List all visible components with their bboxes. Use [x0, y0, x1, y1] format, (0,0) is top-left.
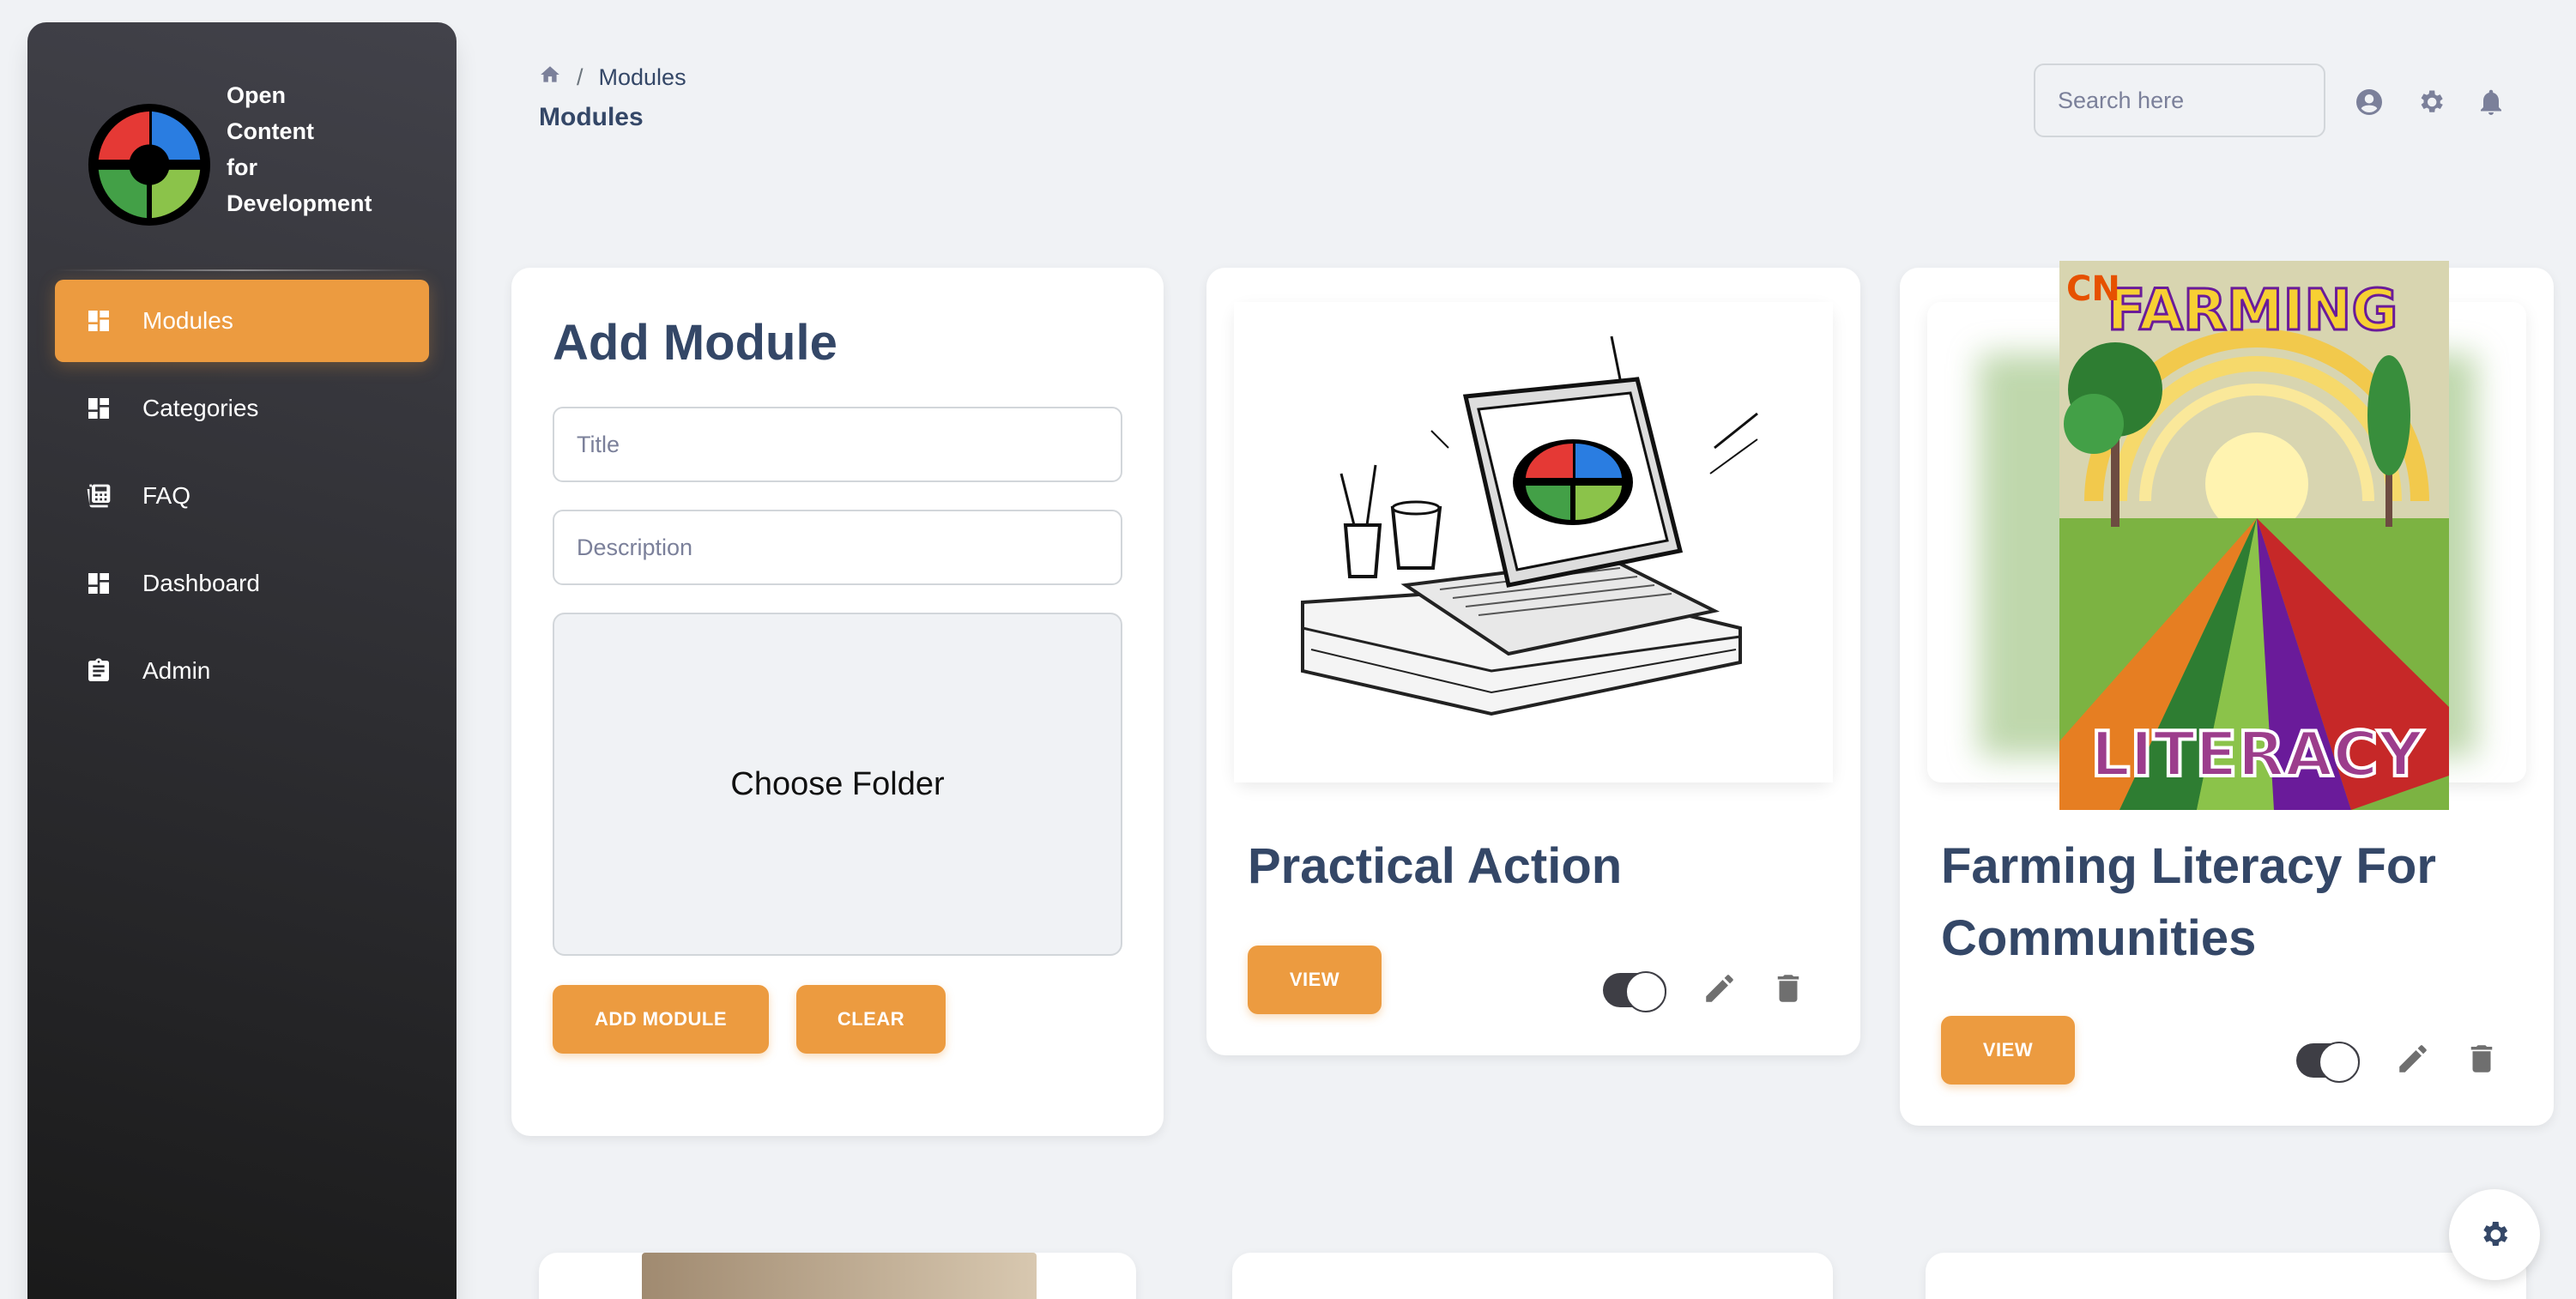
module-thumbnail[interactable]: [1234, 302, 1833, 782]
module-card-partial: [1232, 1253, 1833, 1299]
add-module-button[interactable]: ADD MODULE: [553, 985, 769, 1054]
sidebar-item-label: Dashboard: [142, 570, 260, 596]
add-module-title: Add Module: [553, 315, 838, 371]
trash-icon[interactable]: [2463, 1040, 2500, 1078]
page-title: Modules: [539, 103, 644, 131]
sidebar-nav: Modules Categories FAQ Dashboard Admin: [55, 280, 429, 717]
sidebar-item-categories[interactable]: Categories: [55, 367, 429, 450]
brand[interactable]: Open Content for Development: [86, 77, 372, 228]
home-icon[interactable]: [539, 63, 561, 92]
view-button[interactable]: VIEW: [1941, 1016, 2075, 1085]
description-input[interactable]: [553, 510, 1122, 585]
breadcrumb-current: Modules: [598, 64, 686, 90]
trash-icon[interactable]: [1769, 970, 1807, 1007]
sidebar-item-admin[interactable]: Admin: [55, 630, 429, 712]
module-enabled-toggle[interactable]: [1603, 971, 1666, 1012]
gear-icon: [2477, 1217, 2512, 1252]
search-input[interactable]: [2034, 63, 2325, 137]
gear-icon[interactable]: [2415, 86, 2447, 118]
clear-button[interactable]: CLEAR: [796, 985, 946, 1054]
module-card-practical-action: Practical Action VIEW: [1206, 268, 1860, 1055]
brand-name: Open Content for Development: [227, 82, 372, 216]
sidebar-item-label: FAQ: [142, 482, 191, 509]
poster-title-bottom: LITERACY: [2090, 718, 2423, 790]
module-card-partial: [1926, 1253, 2526, 1299]
sidebar-item-faq[interactable]: FAQ: [55, 455, 429, 537]
breadcrumb-separator: /: [577, 64, 584, 90]
farming-poster-illustration: FARMING LITERACY CN: [1979, 261, 2476, 810]
bell-icon[interactable]: [2475, 86, 2507, 118]
module-thumbnail[interactable]: [642, 1253, 1037, 1299]
poster-logo: CN: [2066, 269, 2120, 309]
title-input[interactable]: [553, 407, 1122, 482]
module-enabled-toggle[interactable]: [2296, 1042, 2360, 1083]
sidebar-item-label: Admin: [142, 657, 211, 684]
choose-folder-dropzone[interactable]: Choose Folder: [553, 613, 1122, 956]
poster-title-top: FARMING: [2107, 277, 2398, 343]
clipboard-icon: [84, 656, 113, 686]
module-title-line: Farming Literacy For: [1941, 838, 2436, 894]
sidebar: Open Content for Development Modules Cat…: [27, 22, 457, 1299]
add-module-card: Add Module Choose Folder ADD MODULE CLEA…: [511, 268, 1164, 1136]
dashboard-icon: [84, 306, 113, 335]
sidebar-item-modules[interactable]: Modules: [55, 280, 429, 362]
sidebar-divider: [55, 269, 429, 271]
calculator-icon: [84, 481, 113, 511]
choose-folder-label: Choose Folder: [730, 765, 945, 802]
sidebar-item-label: Modules: [142, 307, 233, 334]
account-icon[interactable]: [2353, 86, 2386, 118]
edit-icon[interactable]: [1701, 970, 1738, 1007]
dashboard-icon: [84, 569, 113, 598]
breadcrumb: / Modules: [539, 63, 686, 92]
module-card-partial: [539, 1253, 1136, 1299]
sidebar-item-dashboard[interactable]: Dashboard: [55, 542, 429, 625]
edit-icon[interactable]: [2394, 1040, 2432, 1078]
sidebar-item-label: Categories: [142, 395, 259, 421]
module-card-farming-literacy: FARMING LITERACY CN Farming Literacy For…: [1900, 261, 2554, 1126]
module-title: Farming Literacy For Communities: [1941, 831, 2436, 975]
module-title-line: Communities: [1941, 910, 2257, 966]
settings-fab[interactable]: [2449, 1189, 2540, 1280]
brand-logo: [88, 103, 211, 227]
module-thumbnail[interactable]: FARMING LITERACY CN: [1927, 261, 2526, 810]
dashboard-icon: [84, 394, 113, 423]
laptop-books-illustration: [1234, 302, 1833, 782]
view-button[interactable]: VIEW: [1248, 946, 1382, 1014]
module-title: Practical Action: [1248, 838, 1623, 894]
